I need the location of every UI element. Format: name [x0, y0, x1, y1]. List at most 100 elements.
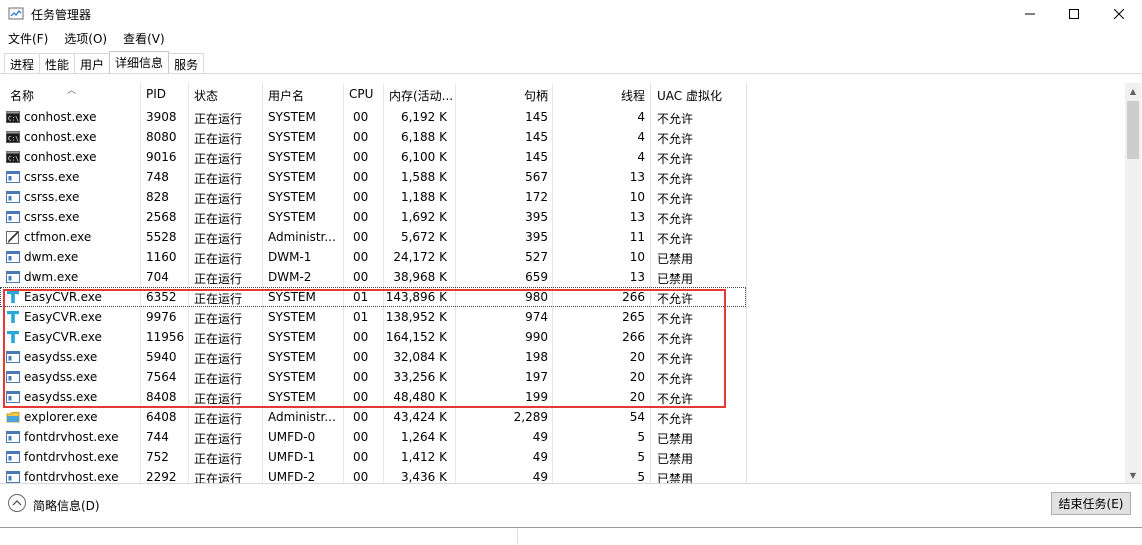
tab-users[interactable]: 用户 — [74, 53, 111, 73]
t-logo-icon — [7, 331, 19, 343]
cell-username: Administr... — [268, 230, 336, 244]
cell-name: EasyCVR.exe — [24, 290, 102, 304]
table-row[interactable]: csrss.exe 2568 正在运行 SYSTEM 00 1,692 K 395 13 不允许 — [0, 207, 1125, 227]
fewer-details-link[interactable]: 简略信息(D) — [33, 497, 100, 514]
cell-cpu: 00 — [353, 190, 369, 204]
column-header-cpu[interactable]: CPU — [349, 83, 381, 107]
cell-handles: 395 — [525, 230, 548, 244]
cell-threads: 13 — [629, 270, 645, 284]
cell-memory: 1,412 K — [400, 450, 447, 464]
end-task-button[interactable]: 结束任务(E) — [1051, 492, 1131, 515]
table-row[interactable]: csrss.exe 828 正在运行 SYSTEM 00 1,188 K 172 10 不允许 — [0, 187, 1125, 207]
cell-name: csrss.exe — [24, 170, 80, 184]
tab-services[interactable]: 服务 — [168, 53, 205, 73]
table-row[interactable]: easydss.exe 8408 正在运行 SYSTEM 00 48,480 K 199 20… — [0, 387, 1125, 407]
table-row[interactable]: EasyCVR.exe 6352 正在运行 SYSTEM 01 143,896 K 980 2… — [0, 287, 746, 307]
cell-handles: 172 — [525, 190, 548, 204]
tab-processes[interactable]: 进程 — [4, 53, 41, 73]
menu-file[interactable]: 文件(F) — [0, 28, 56, 48]
cell-cpu: 00 — [353, 250, 369, 264]
cell-memory: 48,480 K — [393, 390, 447, 404]
app-window-icon — [6, 211, 20, 223]
column-header-memory[interactable]: 内存(活动... — [389, 83, 453, 107]
column-header-status[interactable]: 状态 — [194, 83, 260, 107]
table-row[interactable]: fontdrvhost.exe 752 正在运行 UMFD-1 00 1,412 K 49 5… — [0, 447, 1125, 467]
cell-uac: 不允许 — [657, 292, 694, 306]
vertical-scrollbar[interactable]: ▲ ▼ — [1125, 83, 1141, 483]
t-logo-icon — [7, 291, 19, 303]
cell-username: DWM-2 — [268, 270, 312, 284]
maximize-button[interactable] — [1051, 0, 1097, 28]
cell-threads: 54 — [629, 410, 645, 424]
table-row[interactable]: EasyCVR.exe 9976 正在运行 SYSTEM 01 138,952 K 974 2… — [0, 307, 1125, 327]
cell-cpu: 00 — [353, 110, 369, 124]
table-row[interactable]: C:\ conhost.exe 9016 正在运行 SYSTEM 00 6,100 K 145… — [0, 147, 1125, 167]
cell-pid: 2292 — [146, 470, 177, 483]
table-row[interactable]: dwm.exe 1160 正在运行 DWM-1 00 24,172 K 527 10 已禁用 — [0, 247, 1125, 267]
cell-status: 正在运行 — [194, 132, 243, 146]
background-strip — [0, 529, 1142, 545]
cell-cpu: 00 — [353, 430, 369, 444]
column-header-name[interactable]: 名称 — [10, 83, 138, 107]
table-row[interactable]: easydss.exe 7564 正在运行 SYSTEM 00 33,256 K 197 20… — [0, 367, 1125, 387]
table-row[interactable]: EasyCVR.exe 11956 正在运行 SYSTEM 00 164,152 K 990… — [0, 327, 1125, 347]
column-header-handles[interactable]: 句柄 — [458, 83, 548, 107]
menu-options[interactable]: 选项(O) — [56, 28, 115, 48]
console-icon: C:\ — [6, 131, 20, 143]
cell-memory: 1,692 K — [400, 210, 447, 224]
scrollbar-thumb[interactable] — [1127, 101, 1139, 159]
table-row[interactable]: C:\ conhost.exe 3908 正在运行 SYSTEM 00 6,192 K 145… — [0, 107, 1125, 127]
close-icon — [1114, 9, 1124, 19]
cell-uac: 已禁用 — [657, 272, 694, 286]
table-row[interactable]: dwm.exe 704 正在运行 DWM-2 00 38,968 K 659 13 已禁用 — [0, 267, 1125, 287]
column-header-threads[interactable]: 线程 — [555, 83, 645, 107]
scroll-down-icon[interactable]: ▼ — [1125, 467, 1141, 483]
cell-uac: 不允许 — [657, 212, 694, 226]
tab-strip: 进程 性能 用户 详细信息 服务 — [4, 51, 205, 73]
app-window-icon — [6, 351, 20, 363]
cell-handles: 145 — [525, 130, 548, 144]
table-row[interactable]: C:\ conhost.exe 8080 正在运行 SYSTEM 00 6,188 K 145… — [0, 127, 1125, 147]
cell-pid: 704 — [146, 270, 169, 284]
cell-cpu: 00 — [353, 370, 369, 384]
cell-name: conhost.exe — [24, 110, 97, 124]
collapse-chevron-icon[interactable] — [8, 494, 26, 512]
app-window-icon — [6, 171, 20, 183]
cell-uac: 不允许 — [657, 112, 694, 126]
cell-username: UMFD-0 — [268, 430, 316, 444]
close-button[interactable] — [1096, 0, 1142, 28]
task-manager-window: 任务管理器 文件(F) 选项(O) 查看(V) 进程 性能 用户 详细信息 服务… — [0, 0, 1142, 528]
cell-memory: 32,084 K — [393, 350, 447, 364]
cell-status: 正在运行 — [194, 312, 243, 326]
cell-pid: 6352 — [146, 290, 177, 304]
table-row[interactable]: easydss.exe 5940 正在运行 SYSTEM 00 32,084 K 198 20… — [0, 347, 1125, 367]
app-window-icon — [6, 391, 20, 403]
table-row[interactable]: csrss.exe 748 正在运行 SYSTEM 00 1,588 K 567 13 不允许 — [0, 167, 1125, 187]
menu-view[interactable]: 查看(V) — [115, 28, 173, 48]
table-row[interactable]: explorer.exe 6408 正在运行 Administr... 00 43,424… — [0, 407, 1125, 427]
cell-status: 正在运行 — [194, 252, 243, 266]
cell-pid: 744 — [146, 430, 169, 444]
cell-status: 正在运行 — [194, 352, 243, 366]
cell-memory: 164,152 K — [385, 330, 447, 344]
cell-handles: 659 — [525, 270, 548, 284]
column-header-pid[interactable]: PID — [146, 83, 186, 107]
cell-name: dwm.exe — [24, 270, 79, 284]
cell-cpu: 00 — [353, 330, 369, 344]
cell-handles: 198 — [525, 350, 548, 364]
tab-details[interactable]: 详细信息 — [109, 51, 170, 73]
cell-pid: 9016 — [146, 150, 177, 164]
cell-username: DWM-1 — [268, 250, 312, 264]
cell-name: fontdrvhost.exe — [24, 470, 119, 483]
cell-status: 正在运行 — [194, 192, 243, 206]
table-row[interactable]: ctfmon.exe 5528 正在运行 Administr... 00 5,672 K 3… — [0, 227, 1125, 247]
tab-performance[interactable]: 性能 — [39, 53, 76, 73]
cell-uac: 已禁用 — [657, 252, 694, 266]
scroll-up-icon[interactable]: ▲ — [1125, 83, 1141, 99]
minimize-button[interactable] — [1007, 0, 1053, 28]
column-header-username[interactable]: 用户名 — [268, 83, 338, 107]
table-row[interactable]: fontdrvhost.exe 744 正在运行 UMFD-0 00 1,264 K 49 5… — [0, 427, 1125, 447]
app-window-icon — [6, 431, 20, 443]
table-row[interactable]: fontdrvhost.exe 2292 正在运行 UMFD-2 00 3,436 K 49… — [0, 467, 1125, 483]
column-header-uac[interactable]: UAC 虚拟化 — [657, 83, 743, 107]
